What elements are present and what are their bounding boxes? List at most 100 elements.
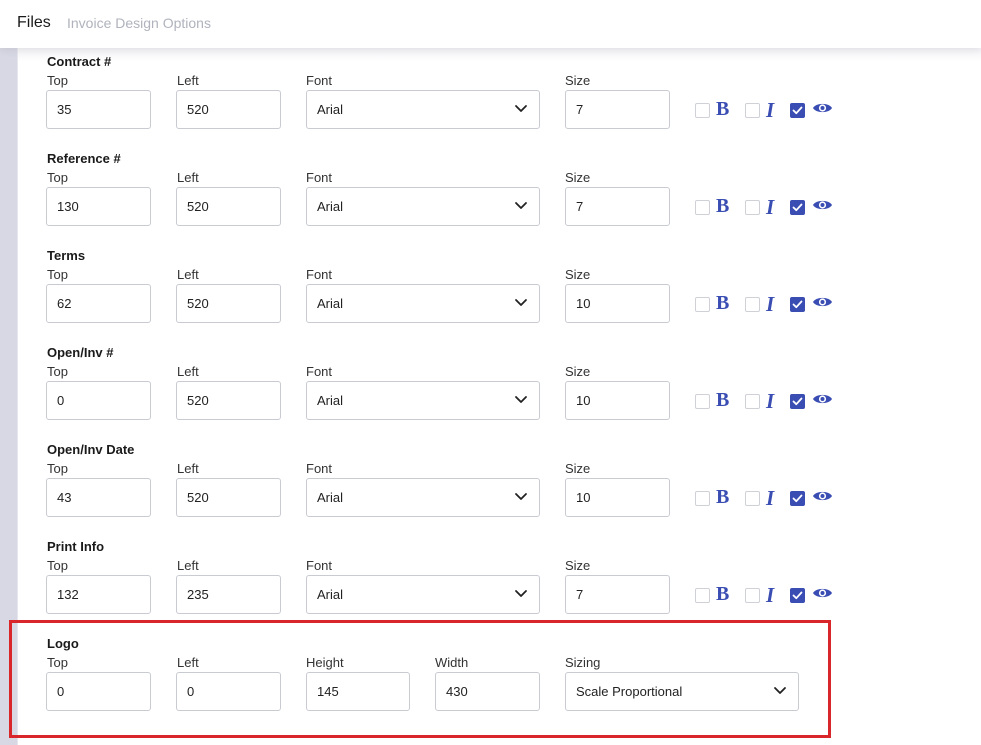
logo-sizing-select[interactable]: Scale Proportional (565, 672, 799, 711)
font-select[interactable]: Arial (306, 187, 540, 226)
logo-top-input[interactable]: 0 (46, 672, 151, 711)
font-select[interactable]: Arial (306, 478, 540, 517)
font-select[interactable]: Arial (306, 284, 540, 323)
top-label: Top (47, 558, 68, 573)
visible-checkbox[interactable] (790, 588, 805, 603)
section-title: Print Info (47, 539, 105, 554)
top-input[interactable]: 35 (46, 90, 151, 129)
italic-icon: I (766, 292, 775, 316)
size-input[interactable]: 10 (565, 284, 670, 323)
top-bar: Files Invoice Design Options (0, 0, 981, 48)
italic-icon: I (766, 389, 775, 413)
size-input[interactable]: 10 (565, 381, 670, 420)
left-input[interactable]: 520 (176, 381, 281, 420)
font-value: Arial (317, 296, 344, 311)
visible-checkbox[interactable] (790, 491, 805, 506)
font-label: Font (306, 364, 333, 379)
bold-checkbox[interactable] (695, 103, 710, 118)
italic-checkbox[interactable] (745, 297, 760, 312)
logo-left-input[interactable]: 0 (176, 672, 281, 711)
font-label: Font (306, 73, 333, 88)
top-input[interactable]: 62 (46, 284, 151, 323)
section-title: Logo (47, 636, 79, 651)
size-input[interactable]: 10 (565, 478, 670, 517)
chevron-down-icon (515, 590, 527, 597)
bold-checkbox[interactable] (695, 200, 710, 215)
left-input[interactable]: 235 (176, 575, 281, 614)
font-label: Font (306, 558, 333, 573)
left-label: Left (177, 73, 199, 88)
left-input[interactable]: 520 (176, 478, 281, 517)
section-row: Print Info Top Left Font Size 132 235 Ar… (0, 539, 981, 636)
top-input[interactable]: 43 (46, 478, 151, 517)
size-input[interactable]: 7 (565, 90, 670, 129)
italic-icon: I (766, 583, 775, 607)
top-label: Top (47, 170, 68, 185)
eye-icon (813, 103, 832, 113)
font-value: Arial (317, 102, 344, 117)
visible-checkbox[interactable] (790, 103, 805, 118)
visible-checkbox[interactable] (790, 394, 805, 409)
chevron-down-icon (774, 687, 786, 694)
bold-checkbox[interactable] (695, 394, 710, 409)
size-label: Size (565, 558, 591, 573)
eye-icon (813, 297, 832, 307)
bold-icon: B (716, 583, 730, 605)
italic-checkbox[interactable] (745, 394, 760, 409)
visible-checkbox[interactable] (790, 297, 805, 312)
eye-icon (813, 588, 832, 598)
chevron-down-icon (515, 396, 527, 403)
left-label: Left (177, 558, 199, 573)
italic-icon: I (766, 486, 775, 510)
bold-checkbox[interactable] (695, 491, 710, 506)
section-logo: Logo Top Left Height Width Sizing 0 0 14… (0, 636, 981, 733)
section-title: Open/Inv # (47, 345, 114, 360)
italic-checkbox[interactable] (745, 588, 760, 603)
section-title: Open/Inv Date (47, 442, 135, 457)
italic-checkbox[interactable] (745, 103, 760, 118)
visible-checkbox[interactable] (790, 200, 805, 215)
font-label: Font (306, 267, 333, 282)
font-value: Arial (317, 587, 344, 602)
logo-width-input[interactable]: 430 (435, 672, 540, 711)
sizing-value: Scale Proportional (576, 684, 683, 699)
bold-checkbox[interactable] (695, 297, 710, 312)
size-label: Size (565, 267, 591, 282)
top-input[interactable]: 130 (46, 187, 151, 226)
font-select[interactable]: Arial (306, 575, 540, 614)
left-input[interactable]: 520 (176, 187, 281, 226)
logo-height-input[interactable]: 145 (306, 672, 410, 711)
italic-checkbox[interactable] (745, 200, 760, 215)
section-row: Terms Top Left Font Size 62 520 Arial 10… (0, 248, 981, 345)
left-label: Left (177, 364, 199, 379)
eye-icon (813, 491, 832, 501)
left-input[interactable]: 520 (176, 90, 281, 129)
size-label: Size (565, 170, 591, 185)
bold-icon: B (716, 389, 730, 411)
size-label: Size (565, 461, 591, 476)
eye-icon (813, 200, 832, 210)
breadcrumb-invoice-design-options: Invoice Design Options (67, 15, 211, 31)
section-title: Reference # (47, 151, 121, 166)
chevron-down-icon (515, 493, 527, 500)
size-label: Size (565, 73, 591, 88)
font-label: Font (306, 170, 333, 185)
font-value: Arial (317, 199, 344, 214)
left-label: Left (177, 655, 199, 670)
top-label: Top (47, 364, 68, 379)
font-select[interactable]: Arial (306, 381, 540, 420)
top-input[interactable]: 0 (46, 381, 151, 420)
eye-icon (813, 394, 832, 404)
italic-icon: I (766, 98, 775, 122)
size-input[interactable]: 7 (565, 187, 670, 226)
left-input[interactable]: 520 (176, 284, 281, 323)
left-label: Left (177, 267, 199, 282)
bold-checkbox[interactable] (695, 588, 710, 603)
top-input[interactable]: 132 (46, 575, 151, 614)
italic-checkbox[interactable] (745, 491, 760, 506)
font-select[interactable]: Arial (306, 90, 540, 129)
size-input[interactable]: 7 (565, 575, 670, 614)
font-value: Arial (317, 393, 344, 408)
section-row: Open/Inv Date Top Left Font Size 43 520 … (0, 442, 981, 539)
breadcrumb-files[interactable]: Files (17, 14, 51, 32)
